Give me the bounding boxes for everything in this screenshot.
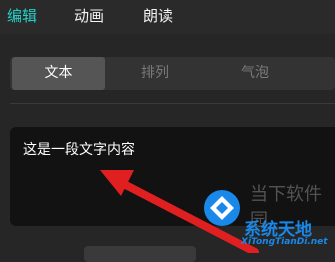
segmented-control: 文本 排列 气泡: [10, 57, 335, 90]
tab-edit[interactable]: 编辑: [7, 5, 37, 26]
text-content-value: 这是一段文字内容: [23, 142, 135, 158]
segment-bubble[interactable]: 气泡: [200, 57, 310, 90]
watermark-url: XiTongTianDi.net: [241, 237, 328, 247]
tab-read-aloud[interactable]: 朗读: [143, 5, 173, 26]
tab-animation[interactable]: 动画: [74, 5, 104, 26]
segment-text[interactable]: 文本: [12, 57, 105, 90]
watermark-logo-icon: [204, 190, 240, 226]
divider: [10, 103, 335, 104]
top-tab-bar: 编辑 动画 朗读: [0, 0, 335, 34]
segment-arrange[interactable]: 排列: [110, 57, 200, 90]
bottom-button[interactable]: [84, 246, 196, 262]
